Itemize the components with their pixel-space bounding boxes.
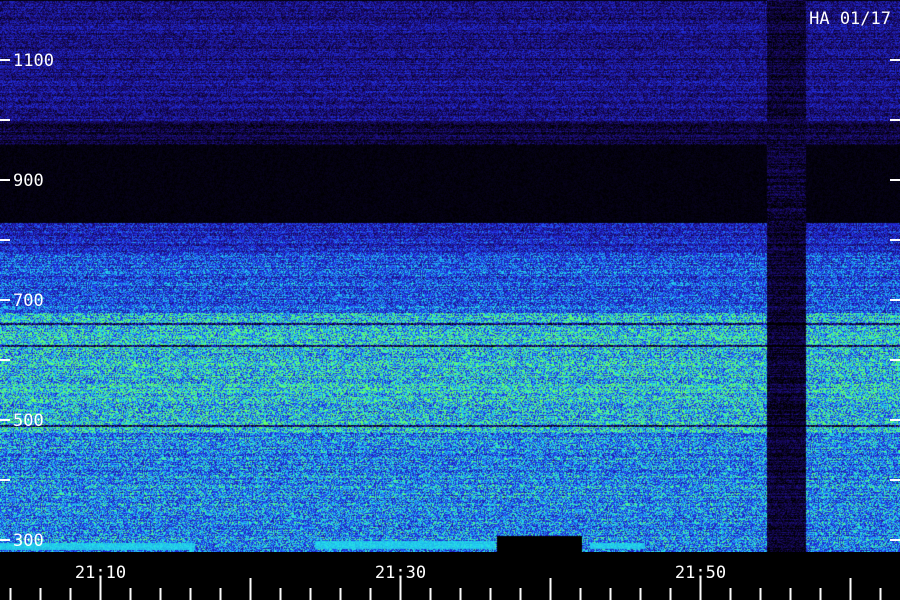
x-axis: 21:10 21:30 21:50 [9, 563, 882, 600]
y-tick-label: 300 [13, 531, 44, 551]
x-tick-label: 21:10 [75, 563, 126, 583]
spectrogram-frame: 1100 900 700 500 300 21:10 21:30 21:50 HA 01/1… [0, 0, 900, 600]
y-tick-label: 1100 [13, 51, 54, 71]
x-tick-label: 21:30 [375, 563, 426, 583]
station-label: HA 01/17 [809, 9, 891, 29]
y-tick-label: 500 [13, 411, 44, 431]
x-tick-label: 21:50 [675, 563, 726, 583]
y-tick-label: 700 [13, 291, 44, 311]
y-tick-label: 900 [13, 171, 44, 191]
y-axis: 1100 900 700 500 300 [0, 51, 900, 551]
spectrogram-axes: 1100 900 700 500 300 21:10 21:30 21:50 HA 01/1… [0, 9, 900, 600]
